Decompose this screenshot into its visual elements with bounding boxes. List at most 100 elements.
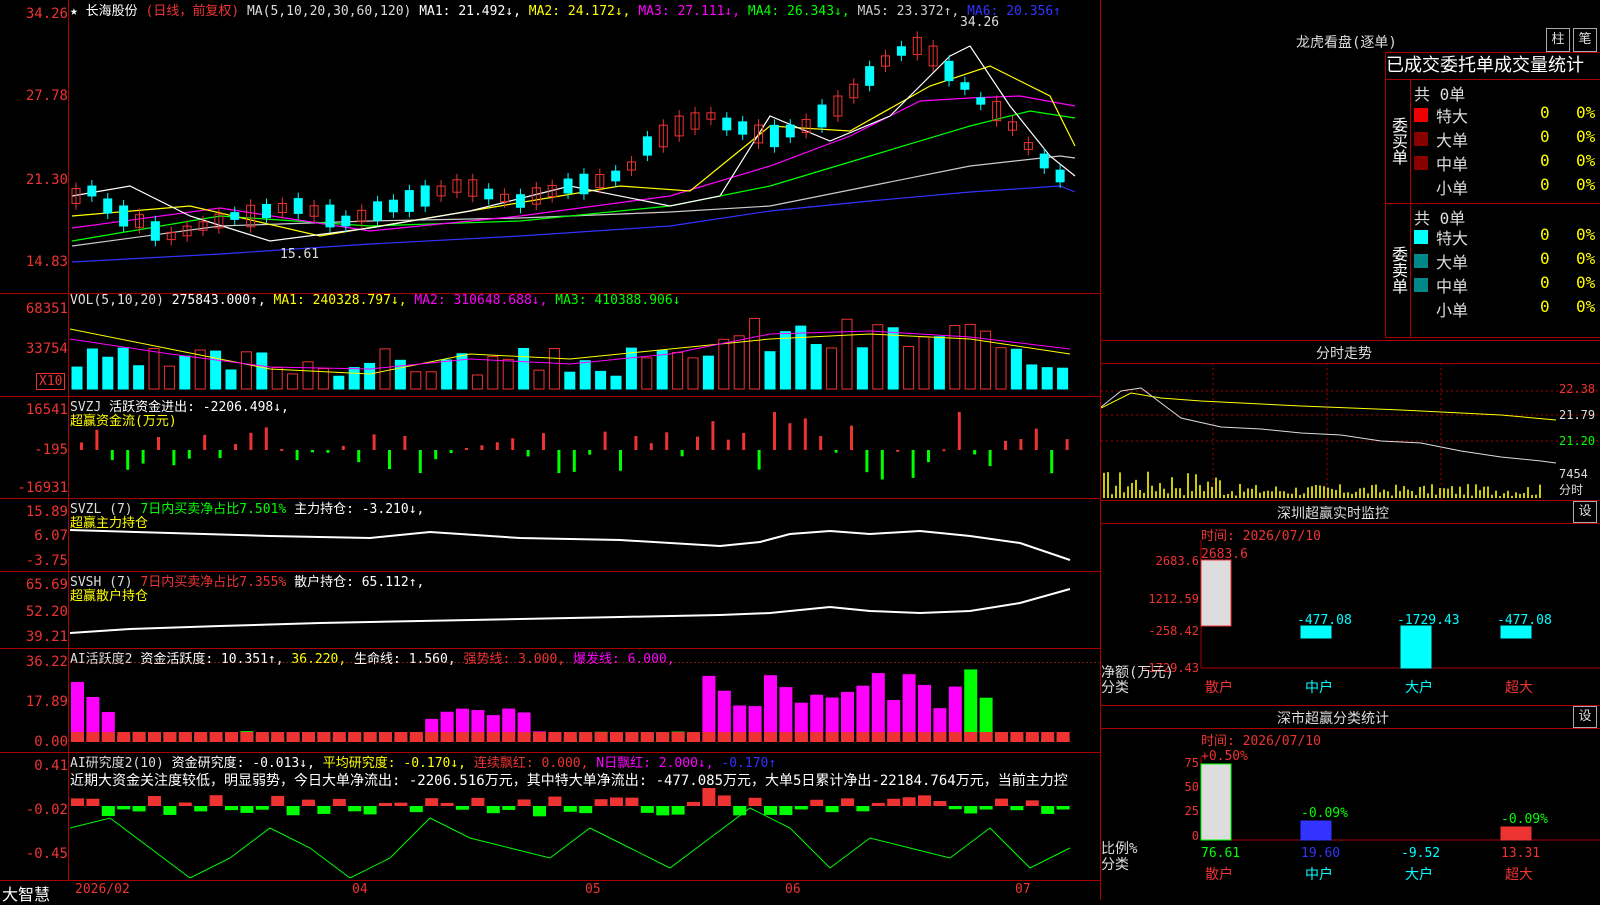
- ai-active-base: [271, 732, 285, 742]
- main-chart-panel[interactable]: ★ 长海股份 (日线，前复权) MA(5,10,20,30,60,120) MA…: [0, 0, 1100, 294]
- vol-bar: [1010, 348, 1022, 390]
- svzj-bar: [157, 437, 160, 450]
- vol-bar: [625, 347, 637, 390]
- ai-research-bar: [918, 795, 931, 806]
- ai-research-panel[interactable]: AI研究度2(10) 资金研究度: -0.013↓, 平均研究度: -0.170…: [0, 752, 1100, 881]
- intraday-vol-bar: [1295, 487, 1297, 498]
- ai-research-bar: [702, 788, 716, 806]
- ai-research-bar: [902, 797, 916, 806]
- svzj-bar: [480, 445, 484, 450]
- classify-bar: [1500, 826, 1532, 841]
- ai-active-base: [825, 732, 839, 742]
- vol-bar: [687, 357, 699, 390]
- volume-panel[interactable]: VOL(5,10,20) 275843.000↑, MA1: 240328.79…: [0, 293, 1100, 397]
- candle: [103, 198, 113, 214]
- volume-header: VOL(5,10,20) 275843.000↑, MA1: 240328.79…: [70, 293, 681, 308]
- ai-research-bar: [517, 799, 531, 806]
- sell-row-pct: 0%: [1576, 249, 1596, 268]
- classify-y-tick: 0: [1192, 829, 1199, 843]
- buy-row-label: 大单: [1436, 131, 1469, 150]
- ai-active-base: [148, 732, 161, 742]
- vol-bar: [764, 351, 776, 390]
- y-tick: 52.20: [25, 604, 68, 620]
- intraday-vol-bar: [1335, 489, 1337, 498]
- intraday-chart[interactable]: 22.38 21.79 21.20 7454 分时: [1101, 363, 1600, 500]
- intraday-vol-bar: [1411, 490, 1413, 498]
- ai-active-base: [1010, 732, 1024, 742]
- svzj-bar: [957, 412, 961, 450]
- intraday-unit: 分时: [1559, 483, 1583, 497]
- monitor-settings-button[interactable]: 设: [1573, 501, 1597, 523]
- monitor-category: 中户: [1305, 679, 1333, 696]
- intraday-vol-bar: [1359, 488, 1361, 498]
- ai-research-bar: [687, 801, 700, 806]
- svzj-bar: [495, 442, 499, 450]
- svzj-bar: [911, 450, 915, 478]
- y-tick: 0.41: [34, 758, 68, 774]
- intraday-vol-bar: [1127, 486, 1129, 498]
- intraday-vol-bar: [1451, 486, 1453, 498]
- intraday-vol-bar: [1499, 495, 1501, 498]
- candlestick-chart[interactable]: 34.26 15.61: [70, 16, 1100, 292]
- candle: [420, 185, 430, 207]
- intraday-vol-bar: [1287, 493, 1289, 498]
- candle: [563, 178, 573, 194]
- classify-bar: [1300, 820, 1332, 841]
- vol-bar: [533, 369, 545, 390]
- svzj-bar: [203, 434, 207, 450]
- ai-active-base: [764, 732, 777, 742]
- vol-bar: [887, 327, 899, 390]
- svzj-bar: [588, 450, 592, 455]
- monitor-value: -477.08: [1497, 613, 1552, 628]
- ai-research-bar: [440, 802, 454, 806]
- intraday-vol-bar: [1143, 492, 1145, 498]
- intraday-vol-bar: [1211, 486, 1213, 498]
- svzl-panel[interactable]: SVZL (7) 7日内买卖净占比7.501% 主力持仓: -3.210↓, 超…: [0, 498, 1100, 572]
- classify-y-tick: 50: [1185, 780, 1199, 794]
- svzj-bar: [850, 425, 853, 450]
- ai-active-base: [779, 732, 793, 742]
- ai-active-base: [502, 732, 516, 742]
- intraday-vol-bar: [1263, 491, 1265, 498]
- svzj-panel[interactable]: SVZJ 活跃资金进出: -2206.498↓, 超赢资金流(万元) 16541…: [0, 396, 1100, 499]
- svzj-bar: [742, 432, 746, 450]
- bar-toggle-button[interactable]: 柱: [1546, 28, 1570, 52]
- intraday-vol-bar: [1319, 485, 1321, 498]
- ai-active-base: [579, 732, 593, 742]
- buy-row-count: 0: [1540, 103, 1550, 122]
- ai-research-bar: [302, 799, 315, 806]
- vol-bar: [595, 370, 607, 390]
- ai-active-base: [594, 732, 608, 742]
- intraday-vol-bar: [1347, 492, 1349, 498]
- svzj-bar: [403, 435, 407, 450]
- classify-settings-button[interactable]: 设: [1573, 706, 1597, 728]
- candle: [817, 104, 827, 128]
- vol-bar: [240, 351, 252, 390]
- svsh-panel[interactable]: SVSH (7) 7日内买卖净占比7.355% 散户持仓: 65.112↑, 超…: [0, 571, 1100, 649]
- ai-research-bar: [671, 806, 685, 815]
- sell-row-label: 特大: [1436, 229, 1469, 248]
- monitor-chart: 2683.6 1212.59 -258.42 -1729.43 2683.6 散户 -477…: [1101, 540, 1600, 696]
- sell-color-icon: [1414, 302, 1428, 316]
- intraday-vol-bar: [1491, 494, 1493, 498]
- unit-badge[interactable]: X10: [36, 373, 66, 390]
- ai-research-bar: [486, 806, 500, 814]
- vol-bar: [610, 375, 622, 390]
- ai-research-bar: [502, 806, 516, 810]
- y-tick: 15.89: [25, 504, 68, 520]
- ai-active-base: [132, 732, 146, 742]
- pen-toggle-button[interactable]: 笔: [1573, 28, 1597, 52]
- monitor-category: 大户: [1405, 679, 1433, 696]
- ma1-line: [71, 45, 1076, 242]
- sell-side-label: 委卖单: [1386, 203, 1411, 337]
- svzj-bar: [141, 450, 145, 464]
- sell-row-label: 大单: [1436, 253, 1469, 272]
- ai-active-panel[interactable]: AI活跃度2 资金活跃度: 10.351↑, 36.220, 生命线: 1.56…: [0, 648, 1100, 753]
- intraday-vol-bar: [1167, 493, 1169, 498]
- ai-research-bar: [1056, 806, 1070, 810]
- svzj-bar: [80, 442, 83, 450]
- intraday-vol: 7454: [1559, 467, 1588, 481]
- svzj-bar: [1004, 440, 1007, 450]
- ai-active-base: [379, 732, 392, 742]
- candles: [71, 31, 1065, 247]
